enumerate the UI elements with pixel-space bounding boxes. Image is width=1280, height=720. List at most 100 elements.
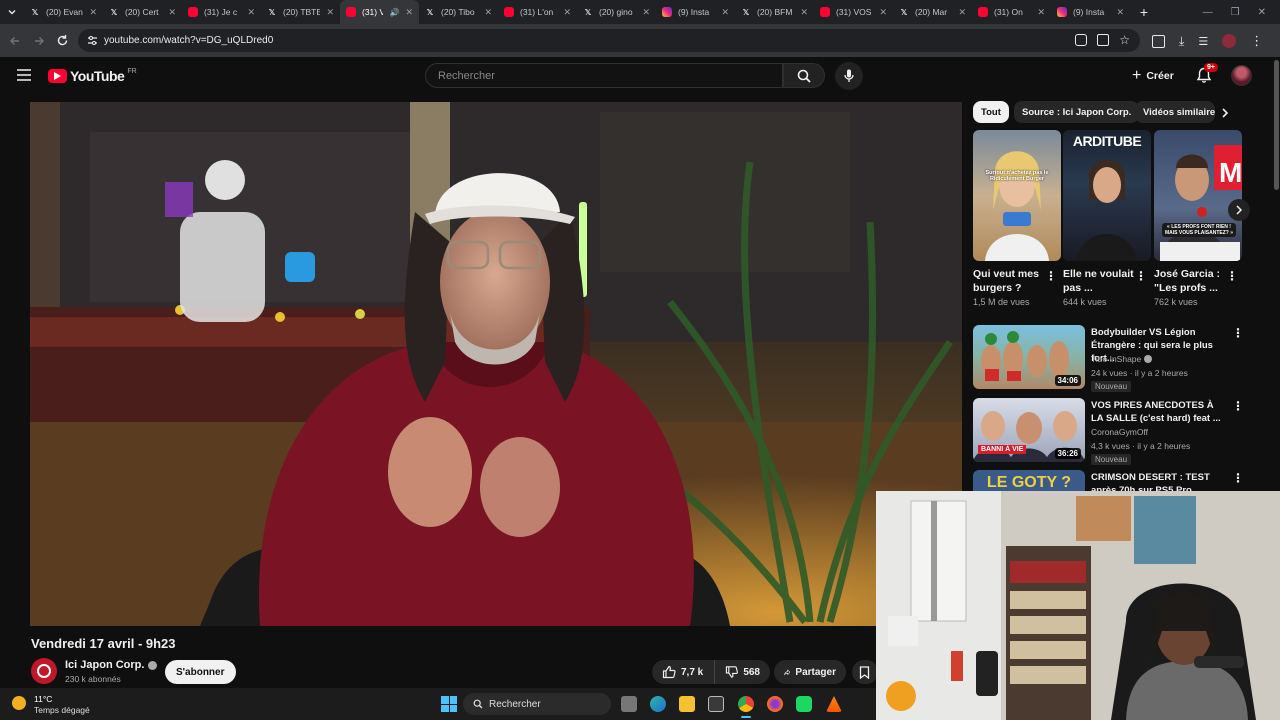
browser-tab[interactable]: (31) Je c ✕ [182, 0, 261, 24]
short-title[interactable]: José Garcia : "Les profs ... [1154, 267, 1230, 295]
task-view-icon[interactable] [621, 696, 637, 712]
short-more-icon[interactable]: ⋮ [1226, 269, 1238, 283]
close-window-icon[interactable]: ✕ [1258, 7, 1266, 18]
close-tab-icon[interactable]: ✕ [405, 7, 413, 18]
close-tab-icon[interactable]: ✕ [800, 7, 808, 18]
close-tab-icon[interactable]: ✕ [958, 7, 966, 18]
browser-tab[interactable]: (31) VOS ✕ [814, 0, 893, 24]
cast-icon[interactable] [1075, 34, 1088, 46]
browser-tab[interactable]: (31) L'on ✕ [498, 0, 577, 24]
account-avatar[interactable] [1231, 65, 1252, 86]
forward-icon[interactable] [33, 35, 45, 47]
vlc-icon[interactable] [826, 696, 842, 712]
browser-tab[interactable]: (9) Insta ✕ [656, 0, 735, 24]
video-thumbnail[interactable]: LE GOTY ? [973, 470, 1085, 492]
back-icon[interactable] [9, 35, 21, 47]
browser-tab[interactable]: 𝕏 (20) Mar ✕ [893, 0, 972, 24]
channel-avatar[interactable] [31, 658, 57, 684]
short-title[interactable]: Qui veut mes burgers ? [973, 267, 1049, 295]
edge-icon[interactable] [650, 696, 666, 712]
video-thumbnail[interactable]: BANNI À VIE 36:26 [973, 398, 1085, 462]
start-button[interactable] [441, 696, 457, 712]
maximize-icon[interactable]: ❐ [1231, 7, 1240, 18]
tab-groups-icon[interactable]: ☰ [1198, 35, 1208, 48]
save-button[interactable] [852, 660, 878, 684]
chip-tout[interactable]: Tout [973, 101, 1009, 123]
profile-avatar[interactable] [1222, 34, 1237, 48]
download-icon[interactable]: ⤓ [1179, 34, 1184, 49]
channel-link[interactable]: Ici Japon Corp. [65, 659, 158, 671]
close-tab-icon[interactable]: ✕ [1116, 7, 1124, 18]
short-card[interactable]: Surtout n'achetez pas le Ridiculement Bu… [973, 130, 1061, 307]
browser-tab[interactable]: 𝕏 (20) BFM ✕ [735, 0, 814, 24]
tab-search-icon[interactable] [0, 0, 24, 24]
video-more-icon[interactable]: ⋮ [1232, 399, 1244, 413]
short-title[interactable]: Elle ne voulait pas ... [1063, 267, 1139, 295]
close-tab-icon[interactable]: ✕ [642, 7, 650, 18]
close-tab-icon[interactable]: ✕ [721, 7, 729, 18]
subscribe-button[interactable]: S'abonner [165, 660, 236, 684]
browser-tab[interactable]: 𝕏 (20) gino ✕ [577, 0, 656, 24]
short-card[interactable]: ARDITUBE Elle ne voulait pas ... 644 k v… [1063, 130, 1151, 307]
short-thumbnail[interactable]: Surtout n'achetez pas le Ridiculement Bu… [973, 130, 1061, 261]
channel-name[interactable]: Tibo InShape [1091, 354, 1153, 364]
hamburger-menu-icon[interactable] [17, 69, 31, 81]
video-player[interactable] [30, 102, 962, 626]
close-tab-icon[interactable]: ✕ [247, 7, 255, 18]
browser-tab[interactable]: 𝕏 (20) Tibo ✕ [419, 0, 498, 24]
close-tab-icon[interactable]: ✕ [879, 7, 887, 18]
bookmark-star-icon[interactable]: ☆ [1119, 34, 1130, 46]
short-more-icon[interactable]: ⋮ [1045, 269, 1057, 283]
file-explorer-icon[interactable] [679, 696, 695, 712]
youtube-logo[interactable]: YouTube FR [48, 68, 137, 84]
close-tab-icon[interactable]: ✕ [89, 7, 97, 18]
close-tab-icon[interactable]: ✕ [326, 7, 334, 18]
browser-tab[interactable]: (31) On ✕ [972, 0, 1051, 24]
close-tab-icon[interactable]: ✕ [563, 7, 571, 18]
short-card[interactable]: M « LES PROFS FONT RIEN ! MAIS VOUS PLAI… [1154, 130, 1242, 307]
share-button[interactable]: Partager [774, 660, 846, 684]
speaker-icon[interactable]: 🔊 [389, 8, 399, 17]
chips-next-icon[interactable] [1220, 107, 1230, 119]
taskbar-search[interactable]: Rechercher [463, 693, 611, 715]
new-tab-button[interactable]: + [1134, 4, 1154, 20]
like-button[interactable]: 7,7 k [652, 660, 714, 684]
browser-tab[interactable]: 𝕏 (20) Cert ✕ [103, 0, 182, 24]
browser-tab[interactable]: 𝕏 (20) Evan ✕ [24, 0, 103, 24]
video-more-icon[interactable]: ⋮ [1232, 471, 1243, 485]
recommended-video[interactable]: 34:06 Bodybuilder VS Légion Étrangère : … [973, 325, 1244, 392]
browser-tab[interactable]: (9) Insta ✕ [1051, 0, 1130, 24]
search-button[interactable] [783, 63, 825, 88]
voice-search-button[interactable] [835, 62, 863, 90]
reload-icon[interactable] [56, 34, 69, 47]
video-title[interactable]: VOS PIRES ANECDOTES À LA SALLE (c'est ha… [1091, 399, 1225, 425]
firefox-icon[interactable] [767, 696, 783, 712]
page-scrollbar[interactable] [1274, 60, 1279, 190]
short-thumbnail[interactable]: M « LES PROFS FONT RIEN ! MAIS VOUS PLAI… [1154, 130, 1242, 261]
shorts-next-button[interactable] [1228, 199, 1250, 221]
close-tab-icon[interactable]: ✕ [1037, 7, 1045, 18]
extensions-icon[interactable] [1152, 34, 1165, 48]
channel-name[interactable]: CoronaGymOff [1091, 427, 1148, 437]
browser-tab[interactable]: 𝕏 (20) TBTE ✕ [261, 0, 340, 24]
dislike-button[interactable]: 568 [714, 660, 770, 684]
video-title[interactable]: CRIMSON DESERT : TEST après 70h sur PS5 … [1091, 471, 1225, 492]
short-more-icon[interactable]: ⋮ [1135, 269, 1147, 283]
store-icon[interactable] [708, 696, 724, 712]
recommended-video[interactable]: LE GOTY ? CRIMSON DESERT : TEST après 70… [973, 470, 1243, 492]
site-info-icon[interactable] [87, 35, 98, 46]
spotify-icon[interactable] [796, 696, 812, 712]
install-app-icon[interactable] [1097, 34, 1110, 46]
video-more-icon[interactable]: ⋮ [1232, 326, 1244, 340]
chrome-menu-icon[interactable]: ⋮ [1250, 33, 1263, 49]
browser-tab[interactable]: (31) V 🔊 ✕ [340, 0, 419, 24]
video-thumbnail[interactable]: 34:06 [973, 325, 1085, 389]
create-button[interactable]: + Créer [1124, 63, 1182, 88]
minimize-icon[interactable]: — [1203, 7, 1213, 18]
url-field[interactable]: youtube.com/watch?v=DG_uQLDred0 ☆ [78, 29, 1140, 52]
close-tab-icon[interactable]: ✕ [484, 7, 492, 18]
search-input[interactable]: Rechercher [425, 63, 783, 88]
close-tab-icon[interactable]: ✕ [168, 7, 176, 18]
short-thumbnail[interactable]: ARDITUBE [1063, 130, 1151, 261]
recommended-video[interactable]: BANNI À VIE 36:26 VOS PIRES ANECDOTES À … [973, 398, 1244, 465]
